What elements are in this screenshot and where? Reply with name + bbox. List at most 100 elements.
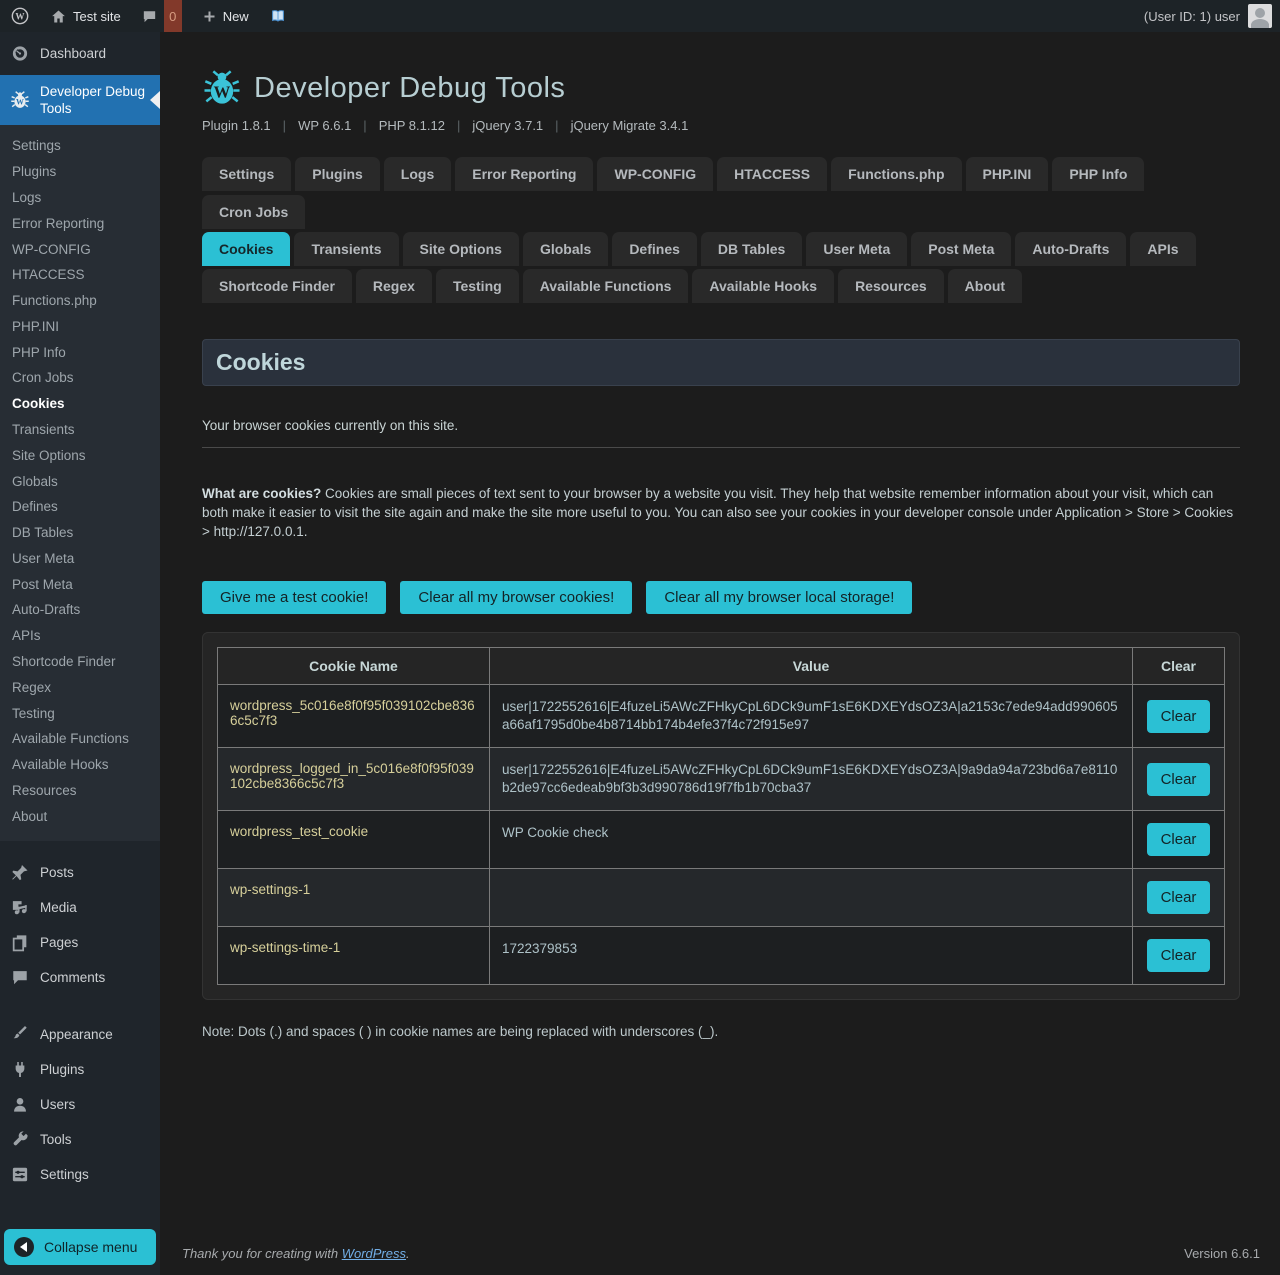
clear-cookie-button[interactable]: Clear [1147,763,1211,796]
tab-button[interactable]: HTACCESS [717,157,827,191]
sidebar-submenu-item[interactable]: Error Reporting [0,210,160,236]
tab-button[interactable]: WP-CONFIG [597,157,713,191]
site-name-menu[interactable]: Test site [40,0,131,32]
clear-cookie-button[interactable]: Clear [1147,881,1211,914]
tab-button[interactable]: Plugins [295,157,380,191]
tab-button[interactable]: APIs [1130,232,1195,266]
sidebar-item-pages[interactable]: Pages [0,925,160,960]
tab-button[interactable]: User Meta [806,232,907,266]
sidebar-submenu-item[interactable]: WP-CONFIG [0,236,160,262]
sidebar-submenu-item[interactable]: Testing [0,700,160,726]
tab-bar: SettingsPluginsLogsError ReportingWP-CON… [202,157,1240,303]
sidebar-submenu-item[interactable]: Defines [0,494,160,520]
user-account-label[interactable]: (User ID: 1) user [1144,9,1240,24]
sidebar-item-label: Settings [40,1166,89,1183]
tab-button[interactable]: Resources [838,269,944,303]
sidebar-submenu-item[interactable]: User Meta [0,546,160,572]
tab-button[interactable]: DB Tables [701,232,802,266]
sidebar-submenu-item[interactable]: DB Tables [0,520,160,546]
table-header-row: Cookie Name Value Clear [218,648,1225,685]
sidebar-submenu-item[interactable]: Available Functions [0,726,160,752]
sidebar-item-plugins[interactable]: Plugins [0,1052,160,1087]
tab-button[interactable]: Site Options [403,232,519,266]
tab-button[interactable]: Transients [294,232,398,266]
cookie-value-cell: 1722379853 [490,927,1133,985]
sidebar-submenu-item[interactable]: Resources [0,778,160,804]
sidebar-submenu-item[interactable]: Settings [0,133,160,159]
cookie-row: wordpress_logged_in_5c016e8f0f95f039102c… [218,748,1225,811]
tab-button[interactable]: PHP.INI [966,157,1049,191]
pending-comments-badge[interactable]: 0 [164,0,182,32]
sidebar-item-tools[interactable]: Tools [0,1122,160,1157]
avatar[interactable] [1248,4,1272,28]
cookie-value-cell: user|1722552616|E4fuzeLi5AWcZFHkyCpL6DCk… [490,685,1133,748]
tab-button[interactable]: About [948,269,1022,303]
sidebar-item-users[interactable]: Users [0,1087,160,1122]
clear-browser-cookies-button[interactable]: Clear all my browser cookies! [400,581,632,614]
tab-button[interactable]: Globals [523,232,608,266]
sidebar-item-settings[interactable]: Settings [0,1157,160,1192]
sidebar-submenu-item[interactable]: Transients [0,417,160,443]
bug-icon: W [10,90,30,110]
sidebar-item-media[interactable]: Media [0,890,160,925]
sidebar-submenu-item[interactable]: Plugins [0,159,160,185]
sidebar-submenu-item[interactable]: PHP.INI [0,313,160,339]
tab-button[interactable]: Regex [356,269,432,303]
sidebar-submenu-item[interactable]: Cookies [0,391,160,417]
tab-button[interactable]: Cookies [202,232,290,266]
tab-button[interactable]: Testing [436,269,519,303]
new-label: New [223,9,249,24]
wordpress-logo-menu[interactable]: W [0,0,40,32]
sidebar-submenu-item[interactable]: Globals [0,468,160,494]
plugin-icon [10,1060,30,1079]
sidebar-item-posts[interactable]: Posts [0,855,160,890]
cookie-value-cell: WP Cookie check [490,811,1133,869]
sidebar-submenu-item[interactable]: Auto-Drafts [0,597,160,623]
sidebar-submenu-item[interactable]: Site Options [0,442,160,468]
tab-button[interactable]: Defines [612,232,697,266]
clear-cookie-button[interactable]: Clear [1147,700,1211,733]
page-header: W Developer Debug Tools [202,68,1240,108]
svg-text:W: W [16,98,24,107]
tab-button[interactable]: Error Reporting [455,157,593,191]
sidebar-item-developer-debug-tools[interactable]: W Developer Debug Tools [0,75,160,125]
sidebar-item-dashboard[interactable]: Dashboard [0,32,160,75]
user-icon [10,1095,30,1114]
test-cookie-button[interactable]: Give me a test cookie! [202,581,386,614]
sidebar-item-appearance[interactable]: Appearance [0,1017,160,1052]
sidebar-submenu-item[interactable]: Post Meta [0,571,160,597]
note-text: Note: Dots (.) and spaces ( ) in cookie … [202,1024,1240,1039]
tab-button[interactable]: Cron Jobs [202,195,305,229]
collapse-arrow-icon [14,1237,34,1257]
sidebar-submenu-item[interactable]: About [0,803,160,829]
sidebar-submenu-item[interactable]: HTACCESS [0,262,160,288]
sidebar-submenu-item[interactable]: Regex [0,674,160,700]
tab-button[interactable]: Logs [384,157,451,191]
tab-button[interactable]: Post Meta [911,232,1011,266]
sidebar-submenu-item[interactable]: Available Hooks [0,752,160,778]
clear-local-storage-button[interactable]: Clear all my browser local storage! [646,581,912,614]
collapse-menu-button[interactable]: Collapse menu [4,1229,156,1265]
tab-button[interactable]: Settings [202,157,291,191]
sidebar-submenu-item[interactable]: Shortcode Finder [0,649,160,675]
new-content-menu[interactable]: New [192,0,259,32]
sidebar-submenu-item[interactable]: PHP Info [0,339,160,365]
tab-button[interactable]: PHP Info [1052,157,1144,191]
docs-menu[interactable] [259,0,297,32]
tab-button[interactable]: Available Hooks [692,269,834,303]
clear-cookie-button[interactable]: Clear [1147,823,1211,856]
tab-button[interactable]: Functions.php [831,157,961,191]
wordpress-link[interactable]: WordPress [342,1246,406,1261]
sidebar-submenu-item[interactable]: Logs [0,185,160,211]
clear-cookie-button[interactable]: Clear [1147,939,1211,972]
home-icon [50,8,67,25]
tab-button[interactable]: Shortcode Finder [202,269,352,303]
sidebar-submenu-item[interactable]: Cron Jobs [0,365,160,391]
sidebar-item-comments[interactable]: Comments [0,960,160,995]
tab-button[interactable]: Available Functions [523,269,689,303]
comments-menu[interactable] [131,0,164,32]
sidebar-submenu-item[interactable]: Functions.php [0,288,160,314]
sidebar-item-label: Comments [40,969,105,986]
tab-button[interactable]: Auto-Drafts [1015,232,1126,266]
sidebar-submenu-item[interactable]: APIs [0,623,160,649]
